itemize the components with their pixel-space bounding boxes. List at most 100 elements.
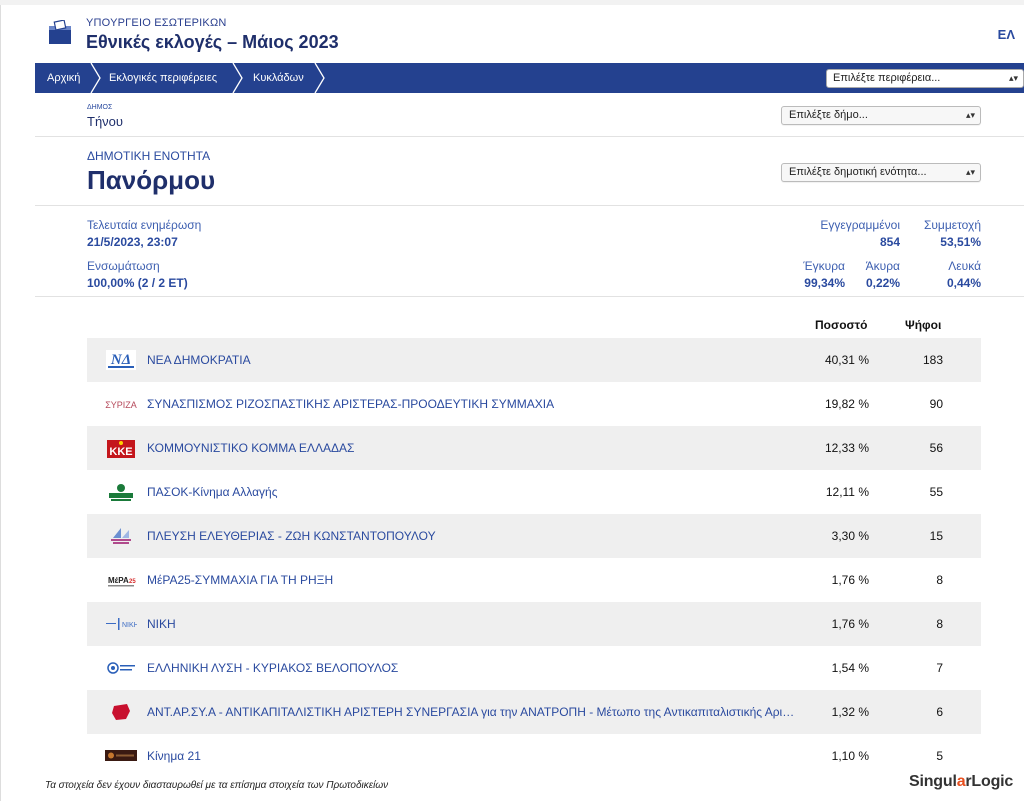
party-percent: 1,10 %	[831, 749, 869, 763]
party-votes: 183	[922, 353, 943, 367]
party-name[interactable]: ΕΛΛΗΝΙΚΗ ΛΥΣΗ - ΚΥΡΙΑΚΟΣ ΒΕΛΟΠΟΥΛΟΣ	[147, 646, 398, 690]
party-percent: 1,76 %	[831, 573, 869, 587]
invalid-value: 0,22%	[865, 276, 900, 290]
party-row[interactable]: ΠΑΣΟΚ-Κίνημα Αλλαγής 12,11 % 55	[87, 470, 981, 514]
last-update-value: 21/5/2023, 23:07	[87, 235, 178, 249]
ballot-box-icon	[49, 20, 71, 44]
party-name[interactable]: ΑΝΤ.ΑΡ.ΣΥ.Α - ΑΝΤΙΚΑΠΙΤΑΛΙΣΤΙΚΗ ΑΡΙΣΤΕΡΗ…	[147, 690, 795, 734]
brand-part: Logic	[971, 773, 1014, 790]
party-percent: 3,30 %	[831, 529, 869, 543]
registered-label: Εγγεγραμμένοι	[820, 218, 900, 232]
column-header-votes: Ψήφοι	[905, 318, 942, 332]
party-votes: 7	[936, 661, 943, 675]
valid-label: Έγκυρα	[803, 259, 845, 273]
party-percent: 1,54 %	[831, 661, 869, 675]
party-name[interactable]: ΝΙΚΗ	[147, 602, 176, 646]
disclaimer-note: Τα στοιχεία δεν έχουν διασταυρωθεί με τα…	[45, 780, 389, 791]
column-header-percent: Ποσοστό	[815, 318, 868, 332]
municipal-unit-select-value: Επιλέξτε δημοτική ενότητα...	[789, 166, 927, 178]
party-name[interactable]: ΣΥΝΑΣΠΙΣΜΟΣ ΡΙΖΟΣΠΑΣΤΙΚΗΣ ΑΡΙΣΤΕΡΑΣ-ΠΡΟΟ…	[147, 382, 554, 426]
party-votes: 55	[929, 485, 943, 499]
select-arrows-icon: ▴▾	[965, 110, 975, 120]
breadcrumb-cyclades[interactable]: Κυκλάδων	[253, 63, 304, 93]
party-row[interactable]: ΠΛΕΥΣΗ ΕΛΕΥΘΕΡΙΑΣ - ΖΩΗ ΚΩΝΣΤΑΝΤΟΠΟΥΛΟΥ …	[87, 514, 981, 558]
party-name[interactable]: ΠΛΕΥΣΗ ΕΛΕΥΘΕΡΙΑΣ - ΖΩΗ ΚΩΝΣΤΑΝΤΟΠΟΥΛΟΥ	[147, 514, 436, 558]
svg-text:ΣΥΡΙΖΑ: ΣΥΡΙΖΑ	[105, 400, 137, 410]
party-name[interactable]: ΝΕΑ ΔΗΜΟΚΡΑΤΙΑ	[147, 338, 251, 382]
party-row[interactable]: ΚΚΕ ΚΟΜΜΟΥΝΙΣΤΙΚΟ ΚΟΜΜΑ ΕΛΛΑΔΑΣ 12,33 % …	[87, 426, 981, 470]
invalid-label: Άκυρα	[865, 259, 900, 273]
region-select[interactable]: Επιλέξτε περιφέρεια... ▴▾	[826, 69, 1024, 88]
svg-text:ΝΔ: ΝΔ	[110, 352, 131, 368]
party-votes: 56	[929, 441, 943, 455]
integration-value: 100,00% (2 / 2 ΕΤ)	[87, 276, 188, 290]
antarsya-logo-icon	[112, 704, 130, 720]
party-percent: 12,33 %	[824, 441, 869, 455]
municipal-unit-caption: ΔΗΜΟΤΙΚΗ ΕΝΟΤΗΤΑ	[87, 149, 211, 163]
breadcrumb-home[interactable]: Αρχική	[47, 63, 80, 93]
municipality-select-value: Επιλέξτε δήμο...	[789, 109, 868, 121]
singularlogic-logo: SingularLogic	[909, 773, 1013, 791]
header: ΥΠΟΥΡΓΕΙΟ ΕΣΩΤΕΡΙΚΩΝ Εθνικές εκλογές – Μ…	[1, 5, 1024, 63]
party-name[interactable]: ΚΟΜΜΟΥΝΙΣΤΙΚΟ ΚΟΜΜΑ ΕΛΛΑΔΑΣ	[147, 426, 354, 470]
party-votes: 8	[936, 617, 943, 631]
party-votes: 90	[929, 397, 943, 411]
party-row[interactable]: ΝΔ ΝΕΑ ΔΗΜΟΚΡΑΤΙΑ 40,31 % 183	[87, 338, 981, 382]
party-percent: 1,32 %	[831, 705, 869, 719]
registered-value: 854	[879, 235, 900, 249]
kke-logo-icon: ΚΚΕ	[107, 440, 135, 458]
party-percent: 1,76 %	[831, 617, 869, 631]
last-update-label: Τελευταία ενημέρωση	[87, 218, 202, 232]
party-row[interactable]: ΕΛΛΗΝΙΚΗ ΛΥΣΗ - ΚΥΡΙΑΚΟΣ ΒΕΛΟΠΟΥΛΟΣ 1,54…	[87, 646, 981, 690]
page: ΥΠΟΥΡΓΕΙΟ ΕΣΩΤΕΡΙΚΩΝ Εθνικές εκλογές – Μ…	[0, 5, 1024, 801]
language-switch[interactable]: ΕΛ	[998, 27, 1015, 42]
municipal-unit-row: ΔΗΜΟΤΙΚΗ ΕΝΟΤΗΤΑ Πανόρμου Επιλέξτε δημοτ…	[35, 138, 1024, 206]
kinima21-logo-icon	[105, 750, 137, 761]
party-percent: 12,11 %	[825, 485, 869, 499]
chevron-right-icon	[90, 63, 101, 93]
party-name[interactable]: Κίνημα 21	[147, 734, 201, 778]
municipal-unit-select[interactable]: Επιλέξτε δημοτική ενότητα... ▴▾	[781, 163, 981, 182]
plefsi-logo-icon	[111, 528, 131, 544]
syriza-logo-icon: ΣΥΡΙΖΑ	[105, 400, 137, 410]
party-row[interactable]: Κίνημα 21 1,10 % 5	[87, 734, 981, 778]
brand-part: Singul	[909, 773, 957, 790]
chevron-right-icon	[314, 63, 325, 93]
turnout-value: 53,51%	[940, 235, 981, 249]
chevron-right-icon	[232, 63, 243, 93]
page-title: Εθνικές εκλογές – Μάιος 2023	[86, 32, 339, 52]
elliniki-lysi-logo-icon	[107, 662, 135, 674]
party-row[interactable]: ΝΙΚΗ ΝΙΚΗ 1,76 % 8	[87, 602, 981, 646]
party-percent: 19,82 %	[824, 397, 869, 411]
select-arrows-icon: ▴▾	[965, 167, 975, 177]
pasok-logo-icon	[109, 484, 133, 501]
svg-text:ΝΙΚΗ: ΝΙΚΗ	[122, 622, 137, 629]
nd-logo-icon: ΝΔ	[106, 350, 136, 370]
municipality-row: ΔΗΜΟΣ Τήνου Επιλέξτε δήμο... ▴▾	[35, 93, 1024, 137]
party-votes: 5	[936, 749, 943, 763]
integration-label: Ενσωμάτωση	[87, 259, 160, 273]
party-name[interactable]: ΜέΡΑ25-ΣΥΜΜΑΧΙΑ ΓΙΑ ΤΗ ΡΗΞΗ	[147, 558, 333, 602]
breadcrumb-bar: Αρχική Εκλογικές περιφέρειες Κυκλάδων Επ…	[35, 63, 1024, 93]
breadcrumb-regions[interactable]: Εκλογικές περιφέρειες	[109, 63, 217, 93]
party-votes: 15	[929, 529, 943, 543]
select-arrows-icon: ▴▾	[1008, 73, 1018, 83]
svg-text:MέΡΑ: MέΡΑ	[108, 576, 129, 585]
party-row[interactable]: ΣΥΡΙΖΑ ΣΥΝΑΣΠΙΣΜΟΣ ΡΙΖΟΣΠΑΣΤΙΚΗΣ ΑΡΙΣΤΕΡ…	[87, 382, 981, 426]
party-votes: 8	[936, 573, 943, 587]
municipality-caption: ΔΗΜΟΣ	[87, 104, 113, 111]
party-percent: 40,31 %	[824, 353, 869, 367]
party-row[interactable]: MέΡΑ 25 ΜέΡΑ25-ΣΥΜΜΑΧΙΑ ΓΙΑ ΤΗ ΡΗΞΗ 1,76…	[87, 558, 981, 602]
party-name[interactable]: ΠΑΣΟΚ-Κίνημα Αλλαγής	[147, 470, 278, 514]
party-votes: 6	[936, 705, 943, 719]
svg-text:25: 25	[129, 579, 136, 585]
party-row[interactable]: ΑΝΤ.ΑΡ.ΣΥ.Α - ΑΝΤΙΚΑΠΙΤΑΛΙΣΤΙΚΗ ΑΡΙΣΤΕΡΗ…	[87, 690, 981, 734]
ministry-label: ΥΠΟΥΡΓΕΙΟ ΕΣΩΤΕΡΙΚΩΝ	[86, 17, 227, 29]
stats-panel: Τελευταία ενημέρωση 21/5/2023, 23:07 Ενσ…	[35, 207, 1024, 297]
blank-value: 0,44%	[946, 276, 981, 290]
region-select-value: Επιλέξτε περιφέρεια...	[833, 72, 941, 84]
turnout-label: Συμμετοχή	[923, 218, 981, 232]
municipal-unit-name: Πανόρμου	[87, 165, 216, 195]
valid-value: 99,34%	[804, 276, 845, 290]
municipality-select[interactable]: Επιλέξτε δήμο... ▴▾	[781, 106, 981, 125]
